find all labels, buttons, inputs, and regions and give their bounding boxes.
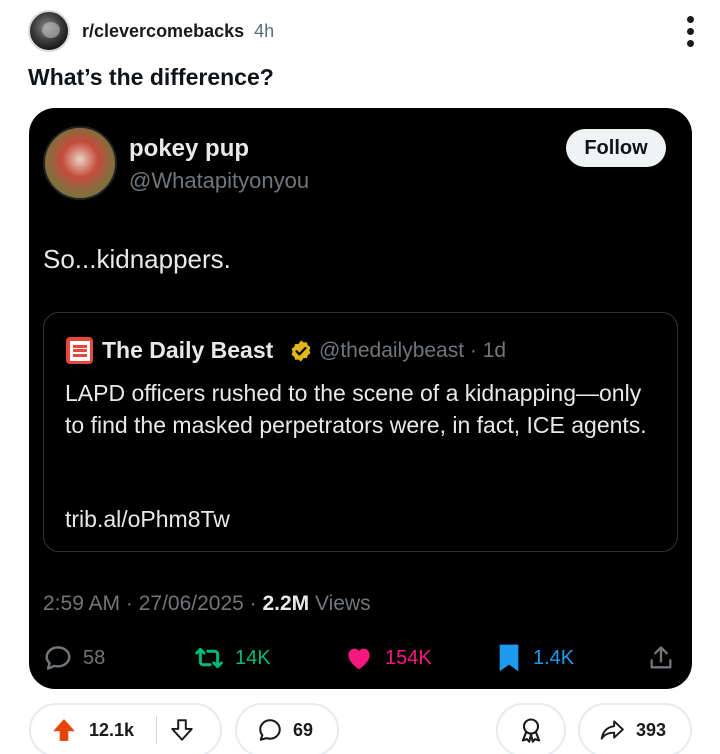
retweet-count: 14K <box>235 646 271 669</box>
verified-badge-icon <box>291 340 311 362</box>
share-upload-icon <box>650 646 672 669</box>
share-arrow-icon <box>600 720 624 740</box>
like-action: 154K <box>343 642 432 674</box>
post-title: What’s the difference? <box>28 64 274 90</box>
tweet-timestamp: 2:59 AM · 27/06/2025 · <box>43 592 263 615</box>
bookmark-action: 1.4K <box>495 642 574 674</box>
comment-count: 69 <box>293 719 314 740</box>
tweet-card: pokey pup @Whatapityonyou Follow So...ki… <box>29 108 692 689</box>
share-button[interactable]: 393 <box>578 703 692 754</box>
post-header: r/clevercomebacks 4h <box>28 10 700 52</box>
more-vertical-icon[interactable] <box>680 11 700 51</box>
tweet-author-avatar <box>43 126 117 200</box>
bookmark-count: 1.4K <box>533 646 575 669</box>
upvote-arrow-icon <box>53 719 75 741</box>
downvote-arrow-icon <box>171 719 193 741</box>
comments-button[interactable]: 69 <box>235 703 339 754</box>
share-tweet-action <box>647 642 675 674</box>
daily-beast-logo <box>66 337 93 364</box>
post-time: 4h <box>254 20 275 41</box>
tweet-views-label: Views <box>309 592 371 615</box>
tweet-views-count: 2.2M <box>262 592 310 615</box>
tweet-meta: 2:59 AM · 27/06/2025 · 2.2M Views <box>43 592 371 616</box>
tweet-author-name: pokey pup <box>129 135 250 162</box>
retweet-icon <box>195 647 223 669</box>
vote-bar: 12.1k <box>29 703 222 754</box>
award-icon <box>521 718 541 743</box>
bookmark-icon <box>499 644 519 672</box>
heart-icon <box>348 648 370 670</box>
like-count: 154K <box>385 646 432 669</box>
reply-icon <box>45 646 71 670</box>
subreddit-name[interactable]: r/clevercomebacks <box>82 21 244 42</box>
award-button[interactable] <box>496 703 566 754</box>
quoted-handle-time: @thedailybeast · 1d <box>319 339 507 362</box>
quoted-source-name: The Daily Beast <box>102 337 274 363</box>
tweet-author-handle: @Whatapityonyou <box>129 168 310 193</box>
follow-button[interactable]: Follow <box>566 129 666 167</box>
tweet-text: So...kidnappers. <box>43 244 231 274</box>
quoted-text: LAPD officers rushed to the scene of a k… <box>65 380 647 438</box>
share-count: 393 <box>636 719 667 740</box>
retweet-action: 14K <box>193 642 271 674</box>
subreddit-avatar[interactable] <box>28 10 70 52</box>
quoted-tweet: The Daily Beast @thedailybeast · 1d LAPD… <box>43 312 678 552</box>
downvote-button[interactable] <box>169 717 195 743</box>
quoted-link: trib.al/oPhm8Tw <box>65 506 230 532</box>
tweet-actions: 58 14K 154K 1.4K <box>43 642 678 674</box>
upvote-button[interactable] <box>51 717 77 743</box>
vote-divider <box>156 716 158 744</box>
reply-action: 58 <box>43 642 105 674</box>
comment-bubble-icon <box>259 719 281 741</box>
upvote-count: 12.1k <box>89 719 135 740</box>
reply-count: 58 <box>83 646 106 669</box>
